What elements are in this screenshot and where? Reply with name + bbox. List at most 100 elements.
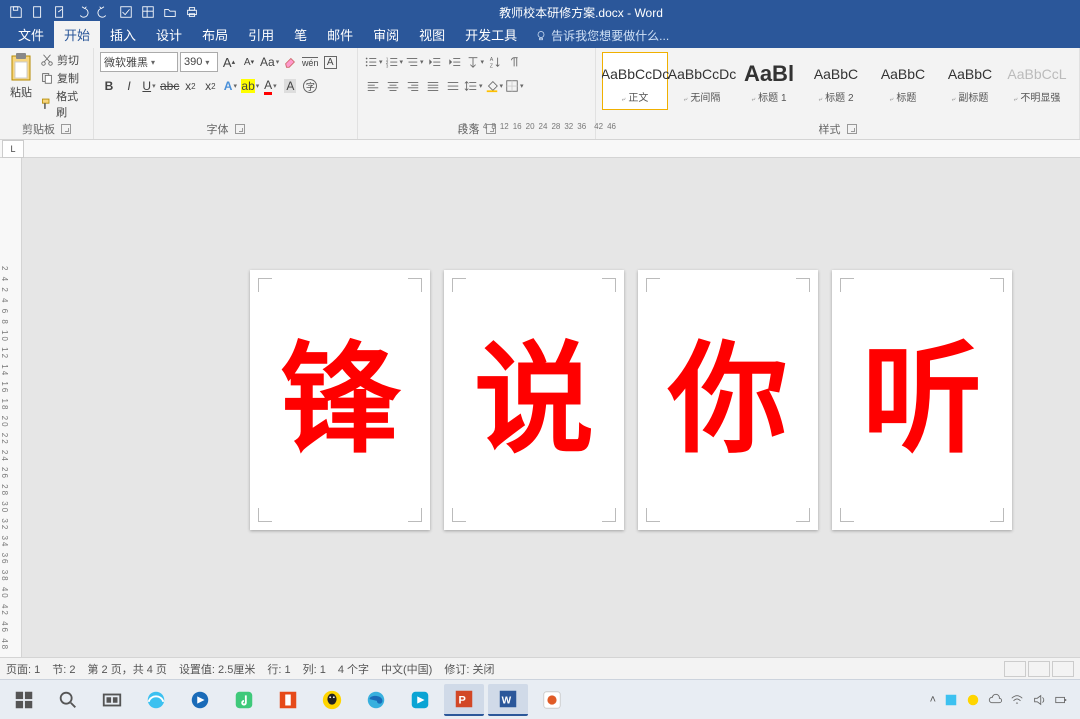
copy-button[interactable]: 复制 <box>40 70 87 86</box>
view-read-icon[interactable] <box>1004 661 1026 677</box>
clipboard-dialog-launcher[interactable] <box>61 124 71 134</box>
view-buttons[interactable] <box>1004 661 1074 677</box>
taskview-button[interactable] <box>92 684 132 716</box>
style-gallery[interactable]: AaBbCcDc⤶ 正文AaBbCcDc⤶ 无间隔AaBl⤶ 标题 1AaBbC… <box>602 52 1070 121</box>
status-setting[interactable]: 设置值: 2.5厘米 <box>179 661 255 677</box>
bullets-button[interactable]: ▾ <box>364 52 383 72</box>
tab-design[interactable]: 设计 <box>146 21 192 48</box>
style-item-1[interactable]: AaBbCcDc⤶ 无间隔 <box>669 52 735 110</box>
word-button[interactable]: W <box>488 684 528 716</box>
checkbox-icon[interactable] <box>116 2 136 22</box>
decrease-indent-button[interactable] <box>426 52 444 72</box>
align-left-button[interactable] <box>364 76 382 96</box>
horizontal-ruler[interactable]: 8448121620242832364246 <box>462 122 616 131</box>
italic-button[interactable]: I <box>120 76 138 96</box>
style-item-4[interactable]: AaBbC⤶ 标题 <box>870 52 936 110</box>
tab-file[interactable]: 文件 <box>8 21 54 48</box>
tab-review[interactable]: 审阅 <box>363 21 409 48</box>
edge-button[interactable] <box>356 684 396 716</box>
save-icon[interactable] <box>6 2 26 22</box>
align-distribute-button[interactable] <box>444 76 462 96</box>
status-page[interactable]: 页面: 1 <box>6 661 40 677</box>
borders-button[interactable]: ▾ <box>505 76 524 96</box>
tab-view[interactable]: 视图 <box>409 21 455 48</box>
tell-me-search[interactable]: 告诉我您想要做什么... <box>527 23 677 48</box>
page-1[interactable]: 锋 <box>250 270 430 530</box>
status-chars[interactable]: 4 个字 <box>338 661 369 677</box>
cut-button[interactable]: 剪切 <box>40 52 87 68</box>
subscript-button[interactable]: x2 <box>181 76 199 96</box>
align-right-button[interactable] <box>404 76 422 96</box>
status-page-of[interactable]: 第 2 页，共 4 页 <box>87 661 166 677</box>
strikethrough-button[interactable]: abc <box>160 76 179 96</box>
status-section[interactable]: 节: 2 <box>52 661 75 677</box>
tab-references[interactable]: 引用 <box>238 21 284 48</box>
document-canvas[interactable]: 锋说你听 <box>22 158 1080 657</box>
office-button[interactable] <box>268 684 308 716</box>
qq-button[interactable] <box>312 684 352 716</box>
style-item-3[interactable]: AaBbC⤶ 标题 2 <box>803 52 869 110</box>
tray-app-icon[interactable] <box>944 693 958 707</box>
enclose-char-button[interactable]: 字 <box>301 76 319 96</box>
line-spacing-button[interactable]: ▾ <box>464 76 483 96</box>
system-tray[interactable]: ˄ <box>930 693 1076 707</box>
status-track[interactable]: 修订: 关闭 <box>444 661 494 677</box>
status-line[interactable]: 行: 1 <box>267 661 290 677</box>
style-item-0[interactable]: AaBbCcDc⤶ 正文 <box>602 52 668 110</box>
styles-dialog-launcher[interactable] <box>847 124 857 134</box>
redo-icon[interactable] <box>94 2 114 22</box>
tab-selector[interactable]: L <box>2 140 24 158</box>
char-shading-button[interactable]: A <box>281 76 299 96</box>
font-dialog-launcher[interactable] <box>235 124 245 134</box>
tab-mailings[interactable]: 邮件 <box>317 21 363 48</box>
view-print-icon[interactable] <box>1028 661 1050 677</box>
tray-security-icon[interactable] <box>966 693 980 707</box>
search-button[interactable] <box>48 684 88 716</box>
new-icon[interactable] <box>28 2 48 22</box>
tray-volume-icon[interactable] <box>1032 693 1046 707</box>
multilevel-button[interactable]: ▾ <box>405 52 424 72</box>
app-button[interactable] <box>400 684 440 716</box>
underline-button[interactable]: U▾ <box>140 76 158 96</box>
font-name-combo[interactable]: 微软雅黑▾ <box>100 52 178 72</box>
tray-wifi-icon[interactable] <box>1010 693 1024 707</box>
show-marks-button[interactable] <box>506 52 524 72</box>
grow-font-button[interactable]: A▴ <box>220 52 238 72</box>
powerpoint-button[interactable]: P <box>444 684 484 716</box>
phonetic-guide-button[interactable]: wén <box>301 52 319 72</box>
style-item-6[interactable]: AaBbCcL⤶ 不明显强 <box>1004 52 1070 110</box>
folder-icon[interactable] <box>160 2 180 22</box>
tray-chevron-icon[interactable]: ˄ <box>930 694 936 706</box>
tab-layout[interactable]: 布局 <box>192 21 238 48</box>
text-effects-button[interactable]: A▾ <box>221 76 239 96</box>
tray-cloud-icon[interactable] <box>988 693 1002 707</box>
tab-insert[interactable]: 插入 <box>100 21 146 48</box>
edge-old-button[interactable] <box>136 684 176 716</box>
status-col[interactable]: 列: 1 <box>303 661 326 677</box>
highlight-button[interactable]: ab▾ <box>241 76 259 96</box>
page-3[interactable]: 你 <box>638 270 818 530</box>
paste-button[interactable]: 粘贴 <box>6 52 36 120</box>
text-direction-button[interactable]: ▾ <box>466 52 485 72</box>
style-item-2[interactable]: AaBl⤶ 标题 1 <box>736 52 802 110</box>
start-button[interactable] <box>4 684 44 716</box>
print-icon[interactable] <box>182 2 202 22</box>
recorder-button[interactable] <box>532 684 572 716</box>
change-case-button[interactable]: Aa▾ <box>260 52 279 72</box>
align-center-button[interactable] <box>384 76 402 96</box>
char-border-button[interactable]: A <box>321 52 339 72</box>
page-2[interactable]: 说 <box>444 270 624 530</box>
clear-format-button[interactable] <box>281 52 299 72</box>
tab-pen[interactable]: 笔 <box>284 21 317 48</box>
undo-icon[interactable] <box>72 2 92 22</box>
tab-home[interactable]: 开始 <box>54 21 100 48</box>
table-icon[interactable] <box>138 2 158 22</box>
style-item-5[interactable]: AaBbC⤶ 副标题 <box>937 52 1003 110</box>
view-web-icon[interactable] <box>1052 661 1074 677</box>
align-justify-button[interactable] <box>424 76 442 96</box>
music-button[interactable] <box>224 684 264 716</box>
open-icon[interactable] <box>50 2 70 22</box>
superscript-button[interactable]: x2 <box>201 76 219 96</box>
tab-developer[interactable]: 开发工具 <box>455 21 527 48</box>
page-4[interactable]: 听 <box>832 270 1012 530</box>
